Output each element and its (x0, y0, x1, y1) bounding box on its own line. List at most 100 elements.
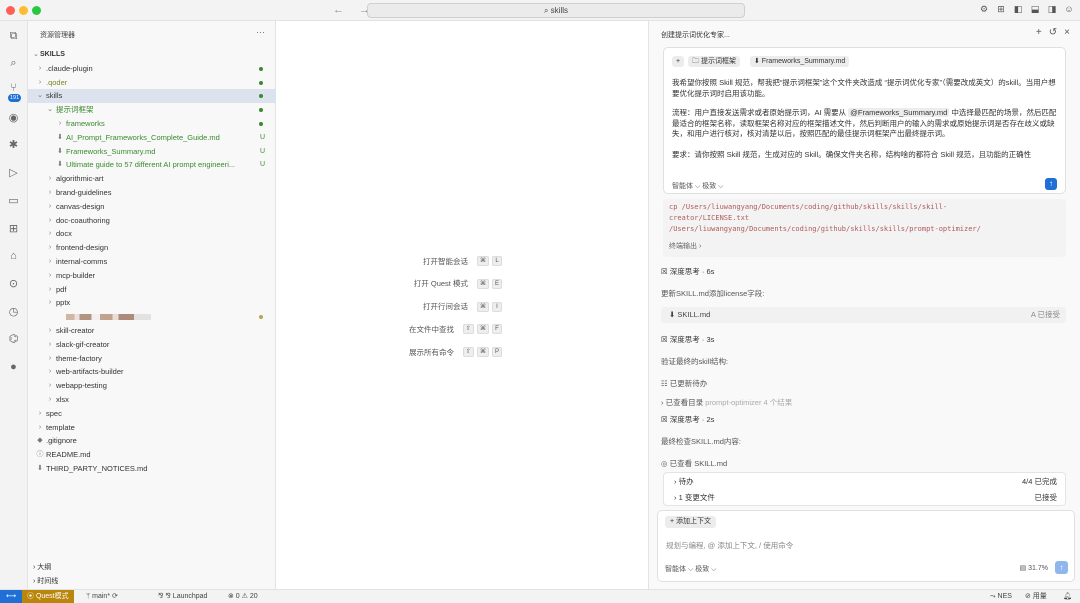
terminal-output-toggle[interactable]: 终端输出 › (669, 241, 701, 251)
notification-icon[interactable]: 🔔︎ (1063, 590, 1072, 603)
run-icon[interactable]: ▷ (6, 166, 21, 181)
file-mention[interactable]: @Frameworks_Summary.md (848, 108, 950, 117)
nes-indicator[interactable]: ⤳ NES (990, 590, 1012, 603)
git-branch[interactable]: ᛘ main* ⟳ (86, 590, 118, 603)
quest-mode-badge[interactable]: ⦿ Quest模式 (22, 590, 74, 603)
close-window-button[interactable] (6, 6, 15, 15)
file-change-chip[interactable]: ⬇ SKILL.md A 已接受 (661, 307, 1066, 323)
tree-item[interactable]: ⓘ README.md (28, 448, 276, 462)
history-icon[interactable]: ↺ (1049, 27, 1057, 38)
add-context-button[interactable]: + 添加上下文 (665, 516, 717, 528)
remote-icon[interactable]: ⟷ (0, 590, 22, 603)
new-session-icon[interactable]: + (1036, 27, 1042, 38)
toggle-sidebar-icon[interactable]: ◧ (1013, 4, 1023, 15)
tree-item[interactable]: › frameworks (28, 117, 276, 131)
tree-item[interactable]: › .claude-plugin (28, 62, 276, 76)
workspace-root[interactable]: ⌄ SKILLS (28, 48, 276, 62)
tree-item[interactable]: › webapp-testing (28, 379, 276, 393)
tree-item[interactable]: › algorithmic-art (28, 172, 276, 186)
send-icon[interactable]: ↑ (1055, 561, 1068, 574)
close-icon[interactable]: × (1064, 27, 1070, 38)
tree-item[interactable]: › web-artifacts-builder (28, 365, 276, 379)
shortcut-hint[interactable]: 打开 Quest 模式 ⌘ E (276, 278, 502, 290)
tree-item-label: frontend-design (56, 243, 109, 253)
tree-item[interactable]: › mcp-builder (28, 269, 276, 283)
tree-item[interactable]: › frontend-design (28, 241, 276, 255)
tree-item[interactable]: › theme-factory (28, 352, 276, 366)
shapes-icon[interactable]: ⌬ (6, 332, 21, 347)
run-debug-icon[interactable]: ◉ (6, 111, 21, 126)
send-icon[interactable]: ↑ (1045, 178, 1057, 190)
chat-input[interactable]: + 添加上下文 规划与编程, @ 添加上下文, / 使用命令 智能体 ⌵ 极致 … (657, 510, 1075, 582)
maximize-window-button[interactable] (32, 6, 41, 15)
explorer-icon[interactable]: ⧉ (6, 29, 21, 44)
deep-thinking-step[interactable]: ☒ 深度思考 · 2s (661, 414, 714, 425)
tree-item[interactable]: › canvas-design (28, 200, 276, 214)
launchpad-button[interactable]: ⅋ ⅋ Launchpad (158, 590, 207, 603)
tree-item[interactable]: ◆ .gitignore (28, 434, 276, 448)
chevron-right-icon: › (48, 395, 52, 403)
more-actions-icon[interactable]: ··· (256, 27, 265, 37)
shortcut-hint[interactable]: 打开智能会话 ⌘ L (276, 255, 502, 267)
viewed-file-step[interactable]: ◎ 已查看 SKILL.md (661, 458, 727, 469)
remote-icon[interactable]: ▭ (6, 194, 21, 209)
tree-item[interactable]: › xlsx (28, 393, 276, 407)
timeline-section[interactable]: › 时间线 (28, 575, 276, 588)
minimize-window-button[interactable] (19, 6, 28, 15)
home-icon[interactable]: ⌂ (6, 249, 21, 264)
viewed-directory-label: › 已查看目录 (661, 398, 704, 407)
shortcut-hint[interactable]: 在文件中查找 ⇧ ⌘ F (276, 323, 502, 335)
tree-item[interactable] (28, 310, 276, 324)
todo-updated-step[interactable]: ☷ 已更新待办 (661, 378, 707, 389)
settings-icon[interactable]: ⚙ (979, 4, 989, 15)
history-icon[interactable]: ⊙ (6, 277, 21, 292)
tree-item[interactable]: › doc-coauthoring (28, 214, 276, 228)
tree-item[interactable]: ⬇ AI_Prompt_Frameworks_Complete_Guide.md U (28, 131, 276, 145)
usage-indicator[interactable]: ⊘ 用量 (1025, 590, 1047, 603)
tree-item[interactable]: ⌄ 提示词框架 (28, 103, 276, 117)
toggle-panel-icon[interactable]: ⬓ (1030, 4, 1040, 15)
viewed-directory-step[interactable]: › 已查看目录 prompt-optimizer 4 个结果 (661, 397, 792, 408)
account-icon[interactable]: ☺ (1064, 4, 1074, 15)
chat-input-placeholder[interactable]: 规划与编程, @ 添加上下文, / 使用命令 (666, 540, 793, 551)
tree-item[interactable]: › pptx (28, 296, 276, 310)
timeline-icon[interactable]: ◷ (6, 305, 21, 320)
key-cap: ⌘ (476, 347, 489, 358)
tree-item[interactable]: › .qoder (28, 76, 276, 90)
outline-section[interactable]: › 大纲 (28, 561, 276, 574)
deep-thinking-step[interactable]: ☒ 深度思考 · 6s (661, 266, 714, 277)
tree-item[interactable]: ⬇ THIRD_PARTY_NOTICES.md (28, 462, 276, 476)
add-context-chip[interactable]: + (672, 56, 685, 67)
mode-selector[interactable]: 智能体 ⌵ 极致 ⌵ (665, 564, 716, 574)
command-center-search[interactable]: ⌕ skills (367, 3, 745, 18)
file-context-chip[interactable]: ⬇ Frameworks_Summary.md (750, 56, 850, 67)
message-mode-selector[interactable]: 智能体 ⌵ 极致 ⌵ (672, 181, 723, 191)
tree-item[interactable]: › internal-comms (28, 255, 276, 269)
shortcut-hint[interactable]: 打开行间会话 ⌘ I (276, 301, 502, 313)
bug-icon[interactable]: ✱ (6, 138, 21, 153)
tree-item[interactable]: › template (28, 421, 276, 435)
deep-thinking-step[interactable]: ☒ 深度思考 · 3s (661, 334, 714, 345)
toggle-secondary-sidebar-icon[interactable]: ◨ (1047, 4, 1057, 15)
search-icon[interactable]: ⌕ (6, 56, 21, 71)
git-status-badge: U (259, 161, 265, 169)
git-status-dot (259, 121, 263, 126)
folder-context-chip[interactable]: 🗀 提示词框架 (688, 56, 740, 67)
tree-item[interactable]: ⌄ skills (28, 89, 276, 104)
extensions-icon[interactable]: ⊞ (6, 222, 21, 237)
tree-item[interactable]: › skill-creator (28, 324, 276, 338)
tree-item[interactable]: › slack-gif-creator (28, 338, 276, 352)
layout-icon[interactable]: ⊞ (996, 4, 1006, 15)
tree-item[interactable]: › docx (28, 227, 276, 241)
agent-panel: 创建提示词优化专家... + ↺ × + 🗀 提示词框架 ⬇ Framework… (648, 21, 1080, 589)
problems-indicator[interactable]: ⊗ 0 ⚠ 20 (228, 590, 258, 603)
tree-item[interactable]: › spec (28, 407, 276, 421)
changed-files-row[interactable]: › 1 变更文件 已接受 (674, 491, 1057, 505)
tree-item[interactable]: › pdf (28, 283, 276, 297)
tree-item[interactable]: ⬇ Ultimate guide to 57 different AI promp… (28, 158, 276, 172)
todo-summary-row[interactable]: › 待办 4/4 已完成 (674, 475, 1057, 489)
tree-item[interactable]: ⬇ Frameworks_Summary.md U (28, 145, 276, 159)
tree-item[interactable]: › brand-guidelines (28, 186, 276, 200)
github-icon[interactable]: ● (6, 360, 21, 375)
shortcut-hint[interactable]: 展示所有命令 ⇧ ⌘ P (276, 346, 502, 358)
